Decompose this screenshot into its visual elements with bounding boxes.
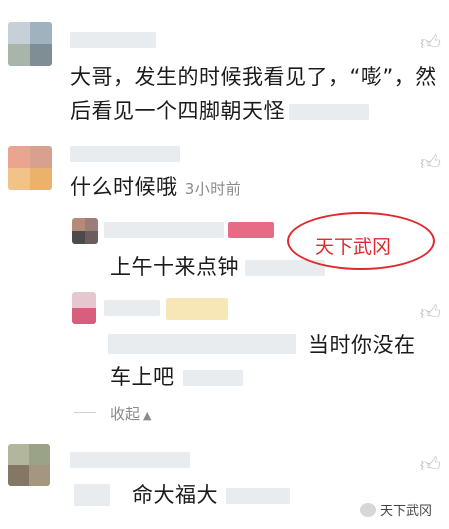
- reply-username[interactable]: [104, 300, 160, 316]
- watermark-corner: 天下武冈: [360, 500, 432, 519]
- wechat-icon: [360, 502, 376, 517]
- avatar[interactable]: [8, 146, 52, 190]
- username[interactable]: [70, 452, 190, 468]
- reply-text-continued: 车上吧: [110, 360, 243, 394]
- reply-text: 当时你没在: [308, 333, 416, 357]
- avatar[interactable]: [8, 22, 52, 66]
- reply-avatar[interactable]: [72, 218, 98, 244]
- reply-username[interactable]: [104, 222, 224, 238]
- comment-text: 什么时候哦 3小时前: [70, 175, 242, 199]
- reply-username: [74, 484, 110, 506]
- triangle-up-icon: ▲: [143, 409, 152, 422]
- collapse-button[interactable]: 收起 ▲: [110, 403, 151, 424]
- thumbs-up-icon[interactable]: 👍︎: [420, 452, 441, 477]
- comment-text: 命大福大: [132, 478, 290, 512]
- comment-text: 大哥，发生的时候我看见了，“嘭”，然 后看见一个四脚朝天怪: [70, 65, 437, 123]
- collapse-divider: [74, 412, 96, 413]
- user-badge: [228, 222, 274, 238]
- thumbs-up-icon[interactable]: 👍︎: [420, 300, 441, 325]
- reply-avatar[interactable]: [72, 292, 96, 324]
- mentioned-user: [108, 334, 296, 354]
- thumbs-up-icon[interactable]: 👍︎: [420, 150, 441, 175]
- watermark-circle-text: 天下武冈: [315, 236, 392, 258]
- username[interactable]: [70, 146, 180, 162]
- username[interactable]: [70, 32, 156, 48]
- user-badge: [166, 298, 228, 320]
- thumbs-up-icon[interactable]: 👍︎: [420, 30, 441, 55]
- avatar[interactable]: [8, 444, 50, 486]
- reply-text: 上午十来点钟: [110, 250, 325, 284]
- comment-time: 3小时前: [184, 180, 242, 198]
